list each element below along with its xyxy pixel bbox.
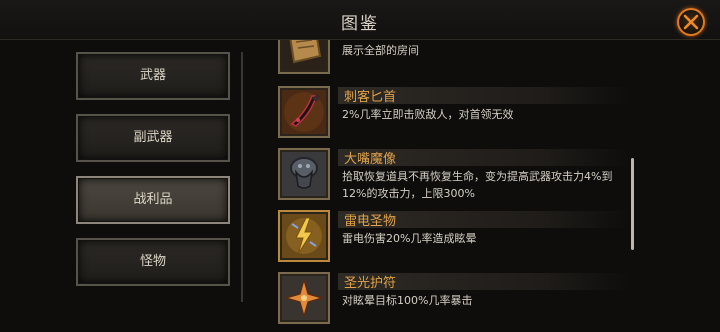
menu-item-weapons[interactable]: 武器: [76, 52, 230, 100]
header-bar: 图鉴: [0, 0, 720, 40]
golem-icon: [282, 152, 326, 196]
list-item[interactable]: 刺客匕首 2%几率立即击败敌人，对首领无效: [270, 82, 630, 142]
dagger-icon: [282, 90, 326, 134]
holy-amulet-icon: [282, 276, 326, 320]
item-description: 展示全部的房间: [342, 44, 419, 57]
map-scroll-icon: [282, 40, 326, 70]
item-description: 2%几率立即击败敌人，对首领无效: [342, 108, 514, 121]
menu-item-secondary-weapons[interactable]: 副武器: [76, 114, 230, 162]
item-name: 大嘴魔像: [344, 152, 397, 167]
menu-item-loot[interactable]: 战利品: [76, 176, 230, 224]
item-name: 雷电圣物: [344, 214, 397, 229]
lightning-relic-icon: [282, 214, 326, 258]
list-item[interactable]: 雷电圣物 雷电伤害20%几率造成眩晕: [270, 206, 630, 266]
list-item[interactable]: 圣光护符 对眩晕目标100%几率暴击: [270, 268, 630, 328]
list-item[interactable]: 展示全部的房间: [270, 40, 630, 78]
menu-item-monsters[interactable]: 怪物: [76, 238, 230, 286]
item-description: 拾取恢复道具不再恢复生命，变为提高武器攻击力4%到12%的攻击力，上限300%: [342, 170, 613, 200]
item-description: 对眩晕目标100%几率暴击: [342, 294, 473, 307]
item-icon-frame: [278, 210, 330, 262]
item-name: 刺客匕首: [344, 90, 397, 105]
item-name: 圣光护符: [344, 276, 397, 291]
item-icon-frame: [278, 86, 330, 138]
item-icon-frame: [278, 148, 330, 200]
item-description: 雷电伤害20%几率造成眩晕: [342, 232, 477, 245]
menu-item-label: 副武器: [133, 130, 173, 145]
list-item[interactable]: 大嘴魔像 拾取恢复道具不再恢复生命，变为提高武器攻击力4%到12%的攻击力，上限…: [270, 144, 630, 204]
menu-item-label: 战利品: [133, 192, 173, 207]
close-button[interactable]: [677, 8, 705, 36]
vertical-divider: [241, 52, 243, 302]
item-icon-frame: [278, 40, 330, 74]
menu-item-label: 武器: [139, 68, 166, 83]
item-list[interactable]: 展示全部的房间 刺客匕首 2%几率立即击败敌人，对首领无效 大嘴魔像 拾取恢复道…: [270, 40, 635, 332]
menu-item-label: 怪物: [139, 254, 166, 269]
page-title: 图鉴: [341, 14, 379, 34]
list-scrollbar[interactable]: [631, 158, 634, 250]
close-icon: [683, 14, 699, 30]
item-icon-frame: [278, 272, 330, 324]
